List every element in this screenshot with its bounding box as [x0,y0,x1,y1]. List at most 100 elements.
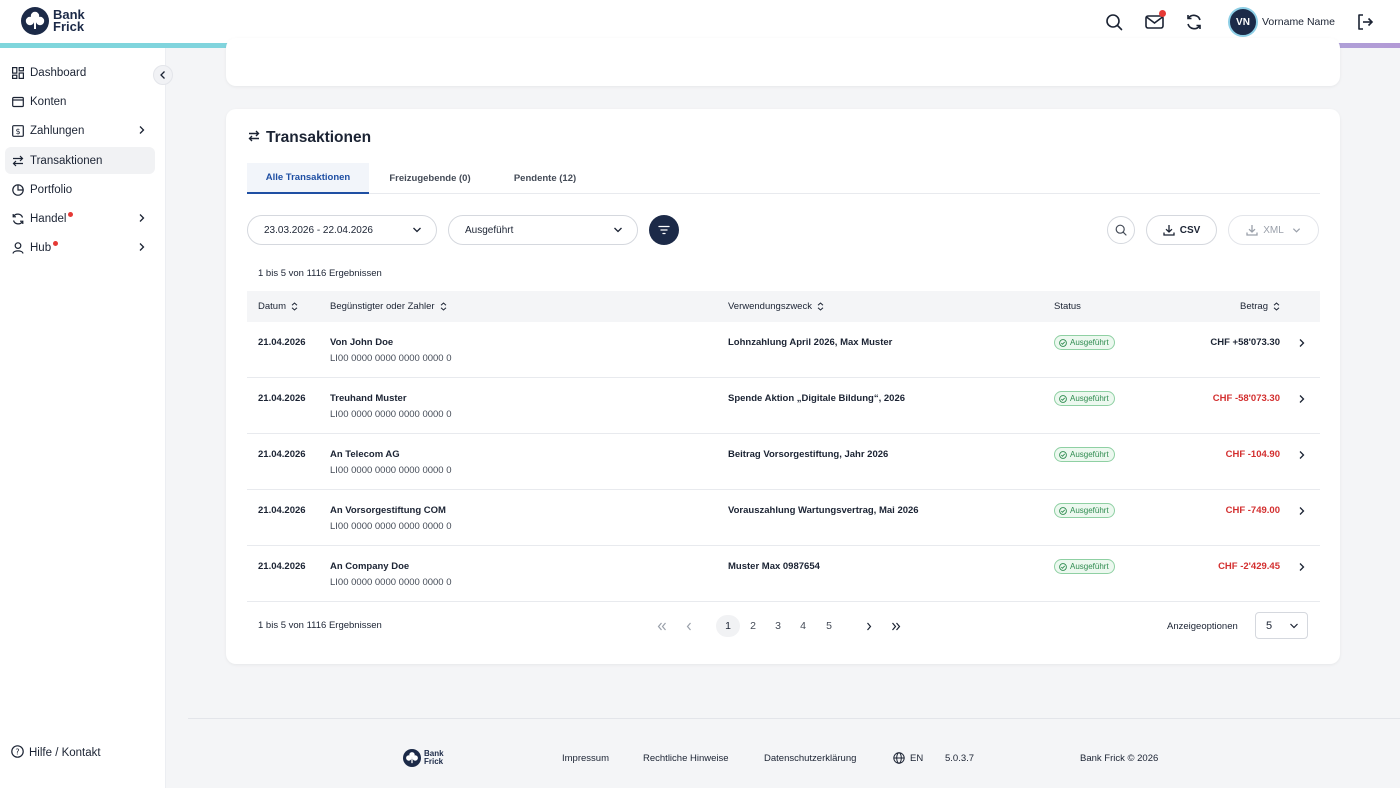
main-content: Transaktionen Alle Transaktionen Freizug… [166,38,1400,788]
sidebar-item-label: Portfolio [30,183,73,196]
sidebar-item-hub[interactable]: Hub [5,234,155,261]
double-chevron-left-icon [657,622,666,630]
sidebar-item-transaktionen[interactable]: Transaktionen [5,147,155,174]
download-icon [1246,224,1258,236]
filter-icon [658,225,670,235]
column-header-verwendungszweck[interactable]: Verwendungszweck [728,291,824,322]
results-count: 1 bis 5 von 1116 Ergebnissen [258,268,382,279]
chevron-right-icon[interactable] [1298,391,1306,409]
row-amount: CHF -104.90 [1225,449,1280,460]
page-4-button[interactable]: 4 [794,615,812,637]
refresh-icon[interactable] [1183,11,1205,33]
help-contact-link[interactable]: ? Hilfe / Kontakt [11,745,101,761]
table-row[interactable]: 21.04.2026 An Company Doe LI00 0000 0000 0… [247,546,1320,602]
chevron-right-icon[interactable] [1298,447,1306,465]
table-row[interactable]: 21.04.2026 An Vorsorgestiftung COM LI00 00… [247,490,1320,546]
date-range-select[interactable]: 23.03.2026 - 22.04.2026 [247,215,437,245]
page-1-button[interactable]: 1 [716,615,740,637]
trade-icon [11,212,24,225]
pie-chart-icon [11,183,24,196]
footer-link-rechtliche-hinweise[interactable]: Rechtliche Hinweise [643,753,729,764]
check-circle-icon [1059,338,1067,347]
page-2-button[interactable]: 2 [744,615,762,637]
sidebar-item-konten[interactable]: Konten [5,88,155,115]
app-version: 5.0.3.7 [945,753,975,764]
logout-icon[interactable] [1354,11,1376,33]
page-title: Transaktionen [266,129,372,146]
transactions-icon [11,154,24,167]
table-search-button[interactable] [1107,216,1135,244]
column-header-betrag[interactable]: Betrag [1240,291,1280,322]
sidebar-item-portfolio[interactable]: Portfolio [5,176,155,203]
chevron-right-icon[interactable] [1298,559,1306,577]
status-filter-value: Ausgeführt [465,224,514,236]
sidebar-item-handel[interactable]: Handel [5,205,155,232]
column-header-beguenstigter[interactable]: Begünstigter oder Zahler [330,291,447,322]
table-row[interactable]: 21.04.2026 Von John Doe LI00 0000 0000 000… [247,322,1320,378]
table-row[interactable]: 21.04.2026 An Telecom AG LI00 0000 0000 00… [247,434,1320,490]
search-icon[interactable] [1103,11,1125,33]
transactions-card: Transaktionen Alle Transaktionen Freizug… [226,109,1340,664]
table-row[interactable]: 21.04.2026 Treuhand Muster LI00 0000 0000 … [247,378,1320,434]
mail-icon[interactable] [1143,10,1166,33]
footer-link-impressum[interactable]: Impressum [562,753,609,764]
chevron-right-icon[interactable] [1298,335,1306,353]
chevron-down-icon [1292,226,1301,235]
row-iban: LI00 0000 0000 0000 0000 0 [330,353,452,364]
status-badge: Ausgeführt [1054,503,1115,518]
tab-alle-transaktionen[interactable]: Alle Transaktionen [247,163,369,194]
sidebar-item-label: Handel [30,212,67,225]
xml-download-button[interactable]: XML [1228,215,1319,245]
chevron-left-icon [686,622,691,630]
footer-link-datenschutz[interactable]: Datenschutzerklärung [764,753,856,764]
sidebar-item-zahlungen[interactable]: $ Zahlungen [5,117,155,144]
row-date: 21.04.2026 [258,449,306,460]
tab-pendente[interactable]: Pendente (12) [491,163,599,194]
per-page-value: 5 [1266,619,1273,632]
sidebar-item-dashboard[interactable]: Dashboard [5,59,155,86]
first-page-button[interactable] [654,615,670,637]
chevron-right-icon [138,242,146,255]
sidebar-collapse-button[interactable] [153,65,173,85]
table-header: Datum Begünstigter oder Zahler Verwendun… [247,291,1320,322]
footer-logo[interactable]: Bank Frick [403,749,444,767]
globe-icon [893,752,905,764]
sort-icon [440,302,447,311]
page-3-button[interactable]: 3 [769,615,787,637]
wallet-icon [11,95,24,108]
chevron-right-icon [138,213,146,226]
row-date: 21.04.2026 [258,393,306,404]
xml-label: XML [1263,224,1284,236]
next-page-button[interactable] [861,615,877,637]
status-select[interactable]: Ausgeführt [448,215,638,245]
status-label: Ausgeführt [1070,338,1109,347]
status-label: Ausgeführt [1070,506,1109,515]
sidebar-item-label: Konten [30,95,67,108]
status-badge: Ausgeführt [1054,335,1115,350]
column-header-datum[interactable]: Datum [258,291,298,322]
check-circle-icon [1059,506,1067,515]
date-range-value: 23.03.2026 - 22.04.2026 [264,224,373,236]
copyright: Bank Frick © 2026 [1080,753,1159,764]
bank-logo[interactable]: Bank Frick [21,7,85,35]
per-page-select[interactable]: 5 [1255,612,1308,639]
language-switcher[interactable]: EN [893,752,923,764]
previous-page-button[interactable] [681,615,697,637]
clover-logo-icon [403,749,421,767]
tab-freizugebende[interactable]: Freizugebende (0) [369,163,491,194]
payment-icon: $ [11,124,24,137]
status-label: Ausgeführt [1070,450,1109,459]
svg-text:?: ? [15,748,19,757]
page-5-button[interactable]: 5 [820,615,838,637]
filter-button[interactable] [649,215,679,245]
csv-label: CSV [1179,224,1201,236]
csv-download-button[interactable]: CSV [1146,215,1217,245]
status-label: Ausgeführt [1070,562,1109,571]
status-badge: Ausgeführt [1054,447,1115,462]
last-page-button[interactable] [888,615,904,637]
row-iban: LI00 0000 0000 0000 0000 0 [330,465,452,476]
chevron-right-icon[interactable] [1298,503,1306,521]
dashboard-icon [11,66,24,79]
sort-icon [817,302,824,311]
user-menu[interactable]: VN Vorname Name [1230,9,1335,35]
